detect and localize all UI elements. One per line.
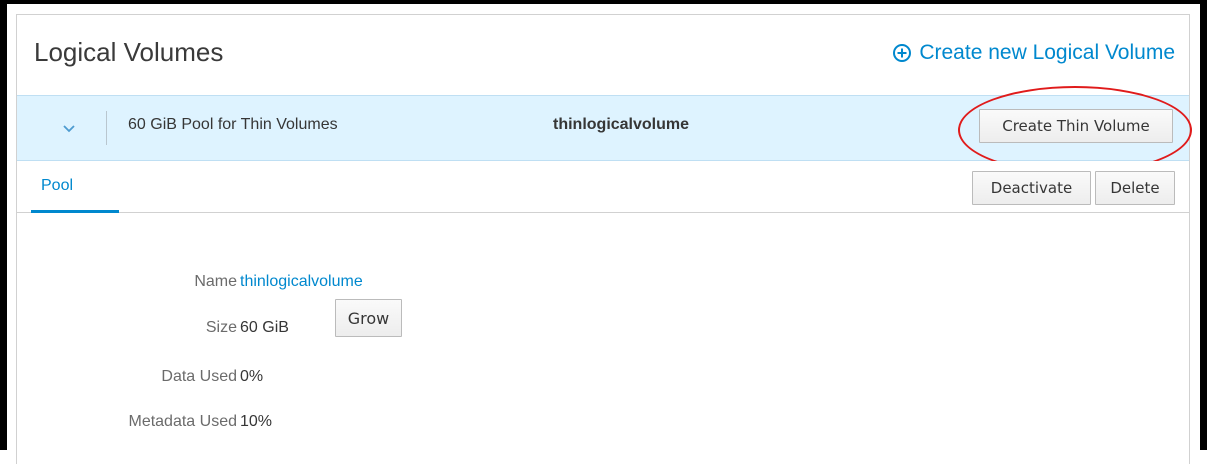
chevron-down-icon[interactable] <box>59 118 79 138</box>
size-value: 60 GiB <box>240 319 289 336</box>
plus-circle-icon <box>893 44 912 62</box>
window-frame-left <box>0 0 7 450</box>
window-frame-right <box>1200 0 1207 450</box>
volume-name: thinlogicalvolume <box>553 116 690 133</box>
delete-button[interactable]: Delete <box>1095 171 1175 205</box>
pool-details: Name thinlogicalvolume Size 60 GiB Grow … <box>17 213 1189 473</box>
metadata-used-value: 10% <box>240 413 273 430</box>
metadata-used-label: Metadata Used <box>128 413 237 430</box>
row-divider <box>106 111 107 145</box>
name-value-link[interactable]: thinlogicalvolume <box>240 273 363 291</box>
data-used-label: Data Used <box>161 368 237 385</box>
tab-pool[interactable]: Pool <box>31 161 119 213</box>
create-logical-volume-label: Create new Logical Volume <box>919 41 1175 64</box>
grow-button[interactable]: Grow <box>335 299 402 337</box>
size-label: Size <box>205 319 237 336</box>
data-used-value: 0% <box>240 368 264 385</box>
window-frame-top <box>0 0 1207 4</box>
deactivate-button[interactable]: Deactivate <box>972 171 1091 205</box>
panel-header: Logical Volumes Create new Logical Volum… <box>17 15 1189 95</box>
logical-volumes-panel: Logical Volumes Create new Logical Volum… <box>16 14 1192 473</box>
create-thin-volume-button[interactable]: Create Thin Volume <box>979 109 1173 143</box>
volume-description: 60 GiB Pool for Thin Volumes <box>128 116 338 133</box>
name-label: Name <box>194 273 237 290</box>
panel-title: Logical Volumes <box>34 37 224 67</box>
tab-bar: Pool Deactivate Delete <box>17 161 1189 213</box>
logical-volume-row[interactable]: 60 GiB Pool for Thin Volumes thinlogical… <box>17 86 1192 174</box>
create-logical-volume-link[interactable]: Create new Logical Volume <box>893 41 1175 65</box>
